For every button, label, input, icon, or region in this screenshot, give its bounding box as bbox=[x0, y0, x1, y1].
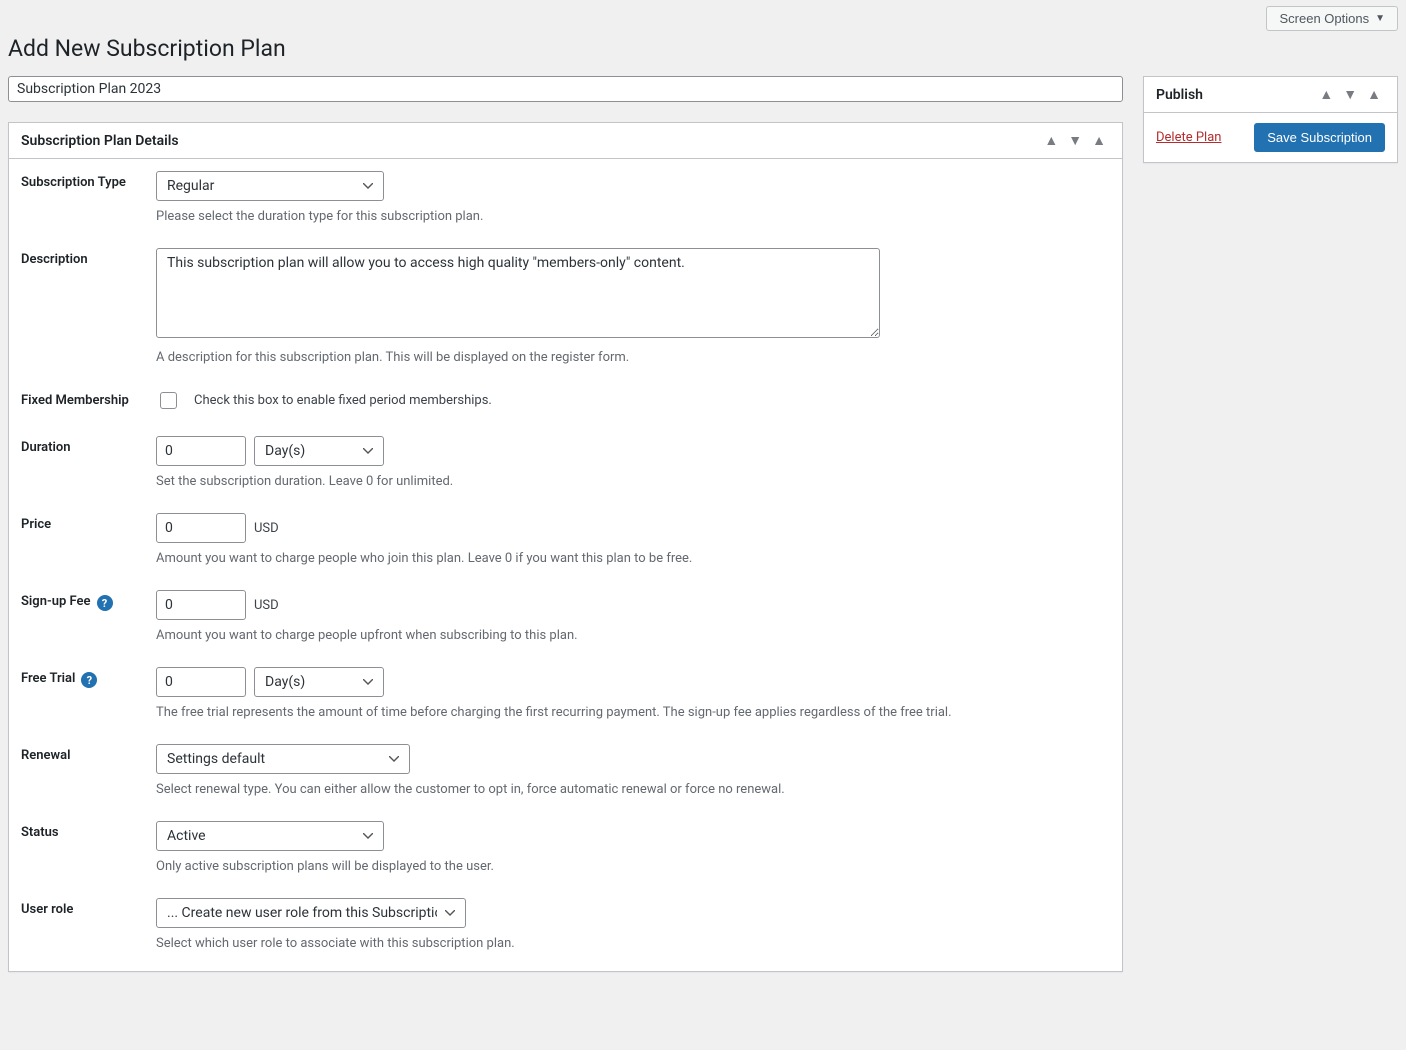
free-trial-input[interactable] bbox=[156, 667, 246, 697]
details-box-heading: Subscription Plan Details bbox=[21, 133, 179, 149]
user-role-label: User role bbox=[21, 898, 156, 951]
delete-plan-link[interactable]: Delete Plan bbox=[1156, 130, 1221, 145]
renewal-select[interactable]: Settings default bbox=[156, 744, 410, 774]
help-icon[interactable]: ? bbox=[97, 595, 113, 611]
description-label: Description bbox=[21, 248, 156, 365]
signup-fee-help: Amount you want to charge people upfront… bbox=[156, 628, 1110, 643]
move-up-icon[interactable]: ▲ bbox=[1315, 84, 1337, 105]
screen-options-button[interactable]: Screen Options bbox=[1266, 6, 1398, 31]
renewal-label: Renewal bbox=[21, 744, 156, 797]
renewal-help: Select renewal type. You can either allo… bbox=[156, 782, 1110, 797]
toggle-panel-icon[interactable]: ▲ bbox=[1088, 130, 1110, 151]
publish-box: Publish ▲ ▼ ▲ Delete Plan Save Subscript… bbox=[1143, 76, 1398, 163]
price-label: Price bbox=[21, 513, 156, 566]
duration-help: Set the subscription duration. Leave 0 f… bbox=[156, 474, 1110, 489]
details-box-header: Subscription Plan Details ▲ ▼ ▲ bbox=[9, 123, 1122, 159]
publish-box-heading: Publish bbox=[1156, 87, 1203, 103]
price-currency: USD bbox=[254, 521, 279, 536]
free-trial-help: The free trial represents the amount of … bbox=[156, 705, 1110, 720]
save-subscription-button[interactable]: Save Subscription bbox=[1254, 123, 1385, 152]
fixed-membership-checkbox[interactable] bbox=[160, 392, 177, 409]
duration-input[interactable] bbox=[156, 436, 246, 466]
toggle-panel-icon[interactable]: ▲ bbox=[1363, 84, 1385, 105]
fixed-membership-label: Fixed Membership bbox=[21, 389, 156, 412]
free-trial-label: Free Trial bbox=[21, 671, 75, 686]
move-down-icon[interactable]: ▼ bbox=[1064, 130, 1086, 151]
free-trial-unit-select[interactable]: Day(s) bbox=[254, 667, 384, 697]
publish-box-header: Publish ▲ ▼ ▲ bbox=[1144, 77, 1397, 113]
price-input[interactable] bbox=[156, 513, 246, 543]
subscription-type-label: Subscription Type bbox=[21, 171, 156, 224]
status-select[interactable]: Active bbox=[156, 821, 384, 851]
subscription-plan-details-box: Subscription Plan Details ▲ ▼ ▲ Subscrip… bbox=[8, 122, 1123, 972]
description-help: A description for this subscription plan… bbox=[156, 350, 1110, 365]
signup-fee-label: Sign-up Fee bbox=[21, 594, 91, 609]
help-icon[interactable]: ? bbox=[81, 672, 97, 688]
move-down-icon[interactable]: ▼ bbox=[1339, 84, 1361, 105]
subscription-type-help: Please select the duration type for this… bbox=[156, 209, 1110, 224]
signup-fee-input[interactable] bbox=[156, 590, 246, 620]
duration-unit-select[interactable]: Day(s) bbox=[254, 436, 384, 466]
user-role-select[interactable]: ... Create new user role from this Subsc… bbox=[156, 898, 466, 928]
screen-options-label: Screen Options bbox=[1279, 11, 1369, 26]
duration-label: Duration bbox=[21, 436, 156, 489]
plan-title-input[interactable] bbox=[8, 76, 1123, 102]
move-up-icon[interactable]: ▲ bbox=[1040, 130, 1062, 151]
status-label: Status bbox=[21, 821, 156, 874]
signup-fee-currency: USD bbox=[254, 598, 279, 613]
subscription-type-select[interactable]: Regular bbox=[156, 171, 384, 201]
fixed-membership-checkbox-label: Check this box to enable fixed period me… bbox=[194, 393, 492, 408]
price-help: Amount you want to charge people who joi… bbox=[156, 551, 1110, 566]
status-help: Only active subscription plans will be d… bbox=[156, 859, 1110, 874]
page-title: Add New Subscription Plan bbox=[8, 35, 1398, 62]
description-textarea[interactable]: This subscription plan will allow you to… bbox=[156, 248, 880, 338]
user-role-help: Select which user role to associate with… bbox=[156, 936, 1110, 951]
